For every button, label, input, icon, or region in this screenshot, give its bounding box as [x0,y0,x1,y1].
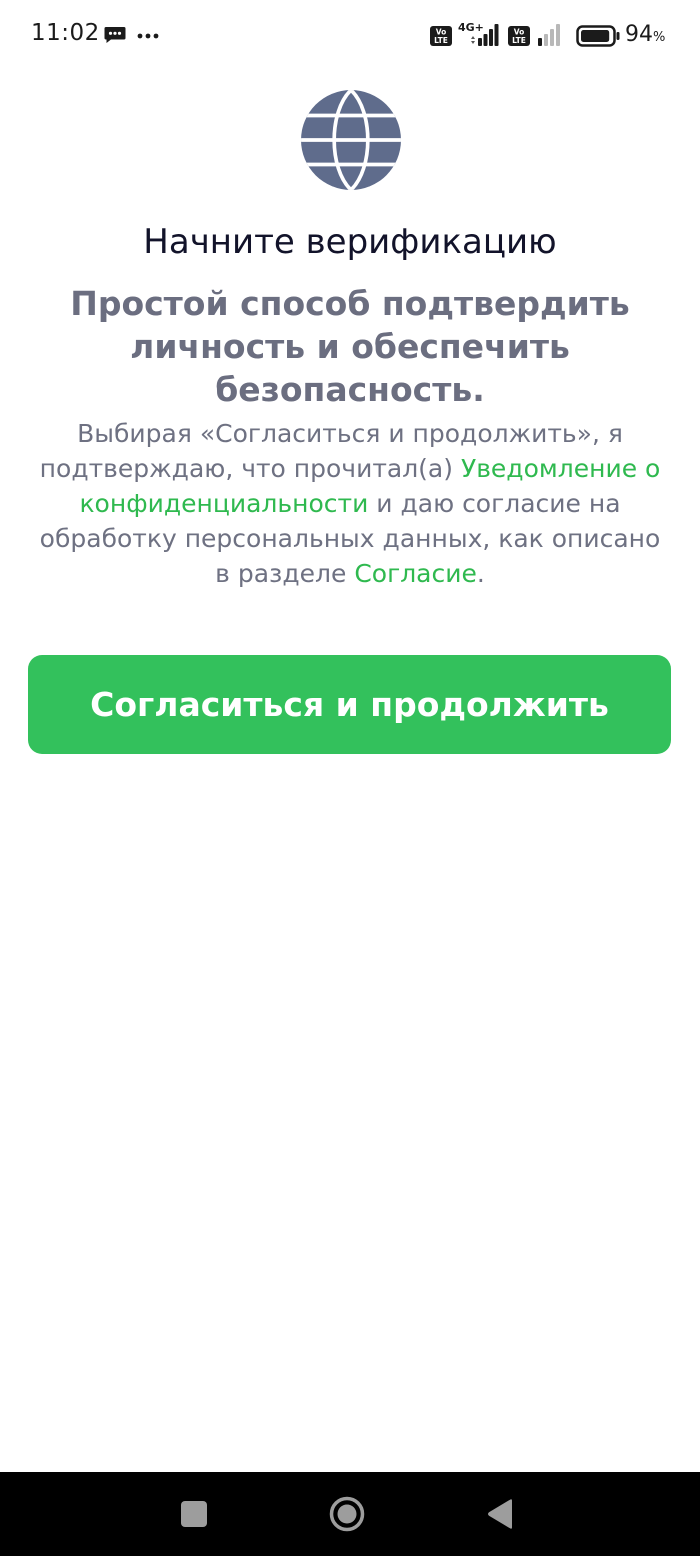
back-icon[interactable] [486,1498,514,1530]
status-time: 11:02 [31,20,100,46]
volte-icon: Vo LTE [430,26,452,46]
globe-icon [301,90,401,190]
consent-link[interactable]: Согласие [354,559,477,588]
more-icon [137,33,159,39]
signal-icon-sim2 [538,24,560,46]
page-subtitle: Простой способ подтвердить личность и об… [70,284,630,409]
battery-icon [576,25,620,47]
navigation-bar [0,1472,700,1556]
recents-icon[interactable] [181,1501,207,1527]
volte-icon-sim2: Vo LTE [508,26,530,46]
battery-percentage: 94% [625,22,665,47]
home-icon[interactable] [329,1496,365,1532]
message-icon [104,27,126,43]
svg-text:LTE: LTE [434,36,448,45]
battery-unit: % [653,30,666,45]
agree-continue-button[interactable]: Согласиться и продолжить [28,655,671,754]
consent-suffix: . [476,559,485,588]
svg-text:LTE: LTE [512,36,526,45]
status-bar: 11:02 Vo LTE 4G+ Vo LTE 94% [0,0,700,72]
page-title: Начните верификацию [143,222,557,262]
battery-value: 94 [625,22,653,47]
signal-icon [471,24,499,46]
consent-text: Выбирая «Согласиться и продолжить», я по… [30,416,670,591]
